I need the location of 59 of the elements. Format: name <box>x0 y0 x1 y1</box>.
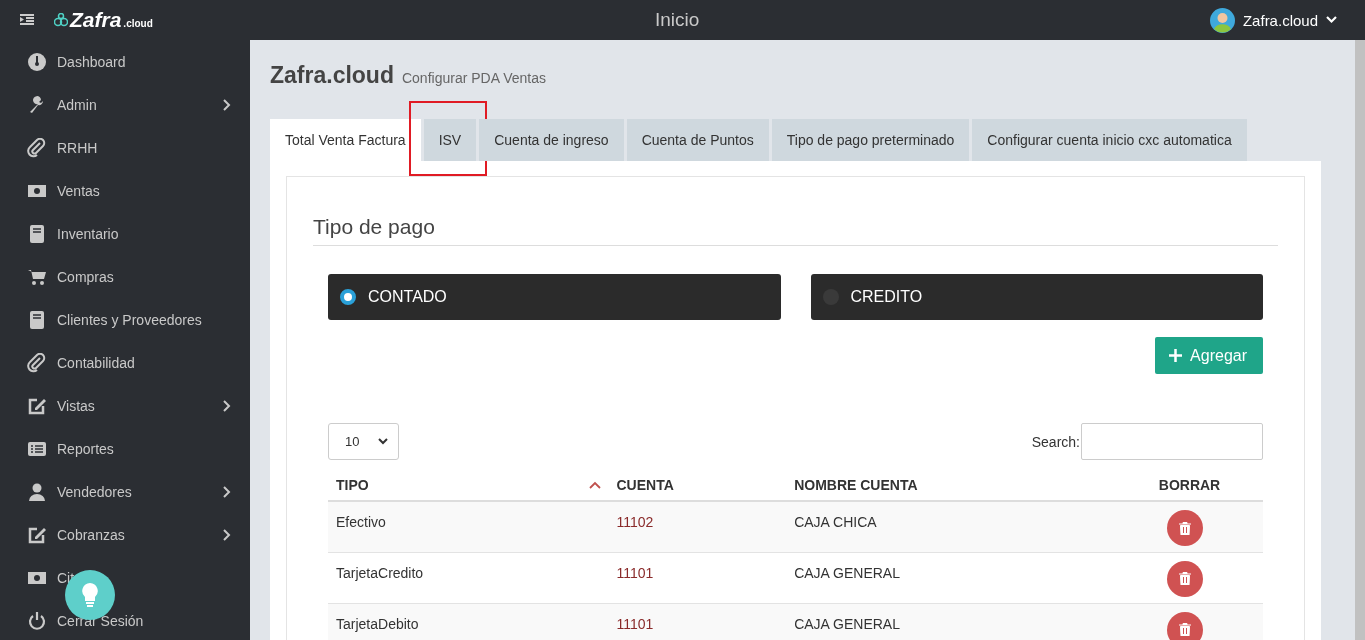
paperclip-icon <box>27 352 47 373</box>
tab[interactable]: ISV <box>423 119 477 161</box>
tab[interactable]: Cuenta de Puntos <box>626 119 769 161</box>
sidebar-item[interactable]: RRHH <box>0 126 250 169</box>
sidebar-item[interactable]: Clientes y Proveedores <box>0 298 250 341</box>
payment-option[interactable]: CREDITO <box>810 274 1263 320</box>
page-title: Inicio <box>655 9 700 31</box>
page-size-select[interactable]: 10 <box>328 423 399 460</box>
trash-icon <box>1178 572 1191 585</box>
table-cell: CAJA CHICA <box>786 501 1151 552</box>
table-cell: 11102 <box>608 501 787 552</box>
search-label: Search: <box>1031 433 1080 450</box>
power-icon <box>27 610 47 631</box>
table-cell: CAJA GENERAL <box>786 552 1151 603</box>
chevron-down-icon <box>378 438 388 445</box>
sidebar-item[interactable]: Inventario <box>0 212 250 255</box>
brand-heading: Zafra.cloud <box>270 62 394 89</box>
lightbulb-icon <box>81 582 99 608</box>
book-icon <box>27 309 47 330</box>
sidebar-item[interactable]: Reportes <box>0 427 250 470</box>
sidebar-item[interactable]: Vendedores <box>0 470 250 513</box>
payment-option[interactable]: CONTADO <box>328 274 781 320</box>
table-cell: CAJA GENERAL <box>786 603 1151 640</box>
page-subtitle: Configurar PDA Ventas <box>401 70 546 86</box>
logo: Zafra.cloud <box>54 8 153 32</box>
tab[interactable]: Configurar cuenta inicio cxc automatica <box>972 119 1247 161</box>
delete-button[interactable] <box>1166 510 1203 546</box>
menu-icon[interactable] <box>20 14 34 26</box>
sidebar-item[interactable]: Dashboard <box>0 40 250 83</box>
table-cell: 11101 <box>608 552 787 603</box>
delete-button[interactable] <box>1166 611 1203 640</box>
delete-button[interactable] <box>1166 560 1203 597</box>
sidebar-item[interactable]: Ventas <box>0 169 250 212</box>
book-icon <box>27 223 47 244</box>
sidebar-item[interactable]: Admin <box>0 83 250 126</box>
plus-icon <box>1169 349 1183 362</box>
trash-icon <box>1178 521 1191 535</box>
table-cell: TarjetaCredito <box>328 552 609 603</box>
section-title: Tipo de pago <box>313 215 1278 246</box>
chevron-down-icon <box>1326 16 1337 24</box>
tab[interactable]: Total Venta Factura <box>270 119 421 161</box>
sidebar-item[interactable]: Cobranzas <box>0 513 250 556</box>
table-cell: 11101 <box>608 603 787 640</box>
user-icon <box>27 481 47 502</box>
radio-button[interactable] <box>340 289 356 305</box>
sidebar-item[interactable]: Compras <box>0 255 250 298</box>
table-cell: TarjetaDebito <box>328 603 609 640</box>
trash-icon <box>1178 623 1191 636</box>
tab[interactable]: Tipo de pago preterminado <box>771 119 970 161</box>
avatar-icon <box>1209 7 1235 33</box>
paperclip-icon <box>27 137 47 158</box>
sidebar-item[interactable]: Vistas <box>0 384 250 427</box>
tab[interactable]: Cuenta de ingreso <box>479 119 624 161</box>
scrollbar[interactable] <box>1355 40 1365 640</box>
table-cell: Efectivo <box>328 501 609 552</box>
search-field[interactable] <box>1081 423 1263 460</box>
user-menu[interactable]: Zafra.cloud <box>1209 7 1337 33</box>
gauge-icon <box>27 51 47 72</box>
sidebar-item[interactable]: Contabilidad <box>0 341 250 384</box>
